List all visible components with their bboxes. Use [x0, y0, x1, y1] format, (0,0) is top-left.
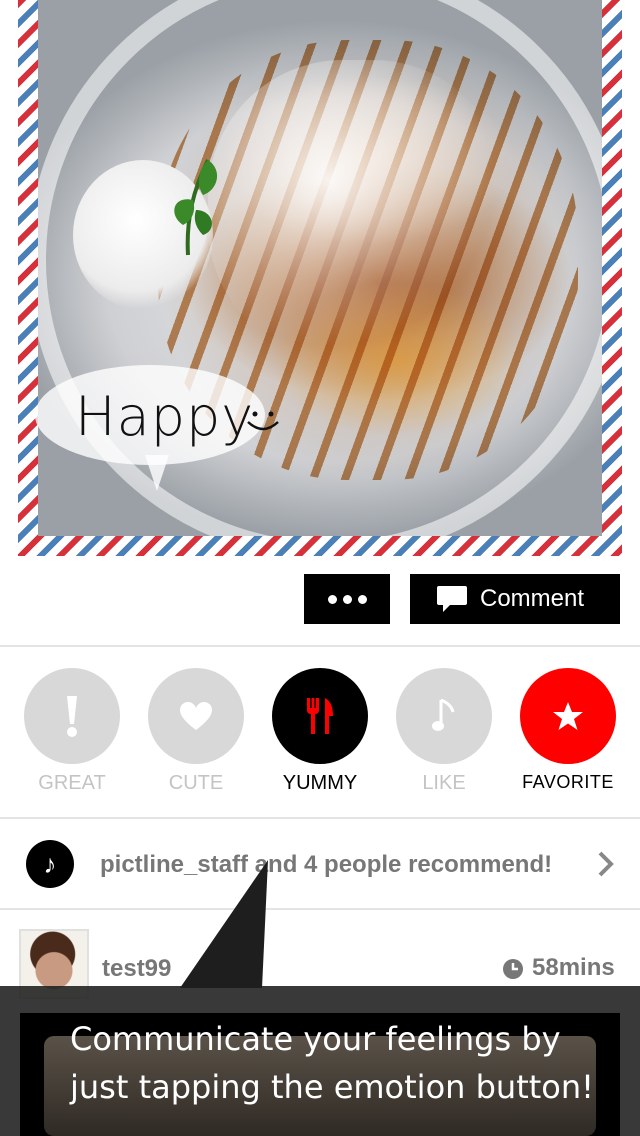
divider	[0, 908, 640, 910]
emotion-great-label: GREAT	[38, 772, 106, 794]
ellipsis-dot	[342, 594, 352, 604]
photo-frame	[18, 0, 622, 556]
ellipsis-dot	[357, 594, 367, 604]
emotion-cute-circle	[148, 668, 244, 764]
smile-icon	[247, 411, 279, 431]
more-options-button[interactable]	[304, 574, 390, 624]
emotion-favorite-circle	[520, 668, 616, 764]
herb-garnish	[174, 159, 218, 256]
speech-bubble-icon	[437, 586, 467, 612]
emotion-like-circle	[396, 668, 492, 764]
speech-bubble-tail	[145, 455, 169, 491]
comment-time: 58mins	[532, 954, 615, 981]
recommend-text[interactable]: pictline_staff and 4 people recommend!	[100, 851, 552, 879]
powdered-sugar	[208, 60, 508, 360]
exclamation-icon	[67, 696, 77, 737]
emotion-like-label: LIKE	[422, 772, 466, 794]
emotion-great-button[interactable]: GREAT	[24, 668, 120, 795]
emotion-favorite-label: FAVORITE	[522, 772, 614, 792]
emotion-favorite-button[interactable]: FAVORITE	[520, 668, 616, 793]
comment-username[interactable]: test99	[102, 955, 171, 983]
fork-knife-icon	[307, 698, 333, 734]
emotion-great-circle	[24, 668, 120, 764]
ellipsis-dot	[327, 594, 337, 604]
emotion-cute-button[interactable]: CUTE	[148, 668, 244, 795]
comment-label: Comment	[480, 585, 585, 612]
star-icon	[553, 702, 583, 730]
emotion-yummy-label: YUMMY	[282, 772, 358, 794]
emotion-like-button[interactable]: LIKE	[396, 668, 492, 795]
tutorial-message: Communicate your feelings by just tappin…	[70, 1020, 594, 1106]
tutorial-pointer	[180, 860, 268, 988]
divider	[0, 645, 640, 647]
music-note-icon	[432, 698, 455, 731]
heart-icon	[180, 702, 212, 730]
music-note-badge-icon: ♪	[26, 840, 74, 888]
photo-caption: Happy	[75, 385, 255, 448]
emotion-yummy-button[interactable]: YUMMY	[272, 668, 368, 795]
chevron-right-icon[interactable]	[596, 850, 616, 878]
emotion-yummy-circle	[272, 668, 368, 764]
comment-button[interactable]: Comment	[410, 574, 620, 624]
divider	[0, 817, 640, 819]
emotion-cute-label: CUTE	[168, 772, 224, 794]
clock-icon	[503, 959, 523, 979]
